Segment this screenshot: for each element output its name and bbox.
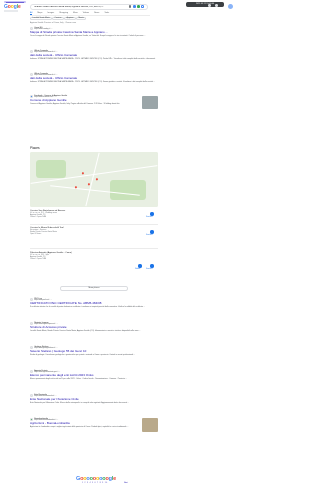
camera-lens-icon[interactable]	[137, 5, 140, 8]
search-input[interactable]: Strada Privata Cascina Santa Maria, Appi…	[34, 6, 127, 8]
site-favicon-icon	[30, 322, 33, 325]
system-clock-bar: 2023 09 22 15:00:04	[186, 2, 224, 7]
site-favicon-icon	[30, 370, 33, 373]
result-title-link[interactable]: dati della società - Ufficio Camerale	[30, 54, 158, 58]
directions-label[interactable]: Directions	[146, 217, 153, 218]
map-pin-icon[interactable]	[95, 177, 99, 181]
logo-letter: e	[18, 4, 21, 10]
pagination-logo: Gooooooooogle	[76, 476, 116, 482]
search-box[interactable]: Strada Privata Cascina Santa Maria, Appi…	[30, 3, 148, 10]
place-hours: Closed · Opens 9 AM	[30, 216, 47, 219]
location-filter[interactable]: Appiano Gentile Province of Como, Italy …	[30, 22, 76, 24]
filter-chip[interactable]: Cascina	[52, 16, 64, 20]
avatar[interactable]	[228, 3, 233, 9]
result-snippet: Località Santa Maria, Strada Privata Cas…	[30, 329, 141, 332]
result-thumbnail[interactable]	[142, 96, 158, 109]
search-result: Ufficio Camerale https://www.ufficiocamer…	[30, 73, 158, 83]
website-icon[interactable]	[138, 264, 142, 268]
search-result: Facebook · Comune di Appiano Gentile http…	[30, 95, 134, 105]
facebook-icon	[30, 95, 33, 98]
search-icon[interactable]	[141, 5, 144, 8]
search-result: Ufficio Camerale https://www.ufficiocamer…	[30, 50, 158, 60]
site-favicon-icon	[30, 346, 33, 349]
result-snippet: Il certificato attesta che la casella di…	[30, 305, 146, 308]
result-snippet: Elenco permanente degli enti iscritti ne…	[30, 377, 128, 380]
place-hours: Open 24 hours	[30, 233, 42, 236]
places-header: Places	[30, 146, 40, 150]
place-item[interactable]: Cascina San Bartolomeo ad Bennus 4.6 ★★★…	[30, 210, 158, 219]
result-title-link[interactable]: Elenco permanente degli enti iscritti 20…	[30, 374, 158, 378]
directions-icon[interactable]	[150, 230, 154, 234]
result-snippet: Indirizzo: STRADA PRIVATA CASCINA SANTA …	[30, 80, 156, 83]
result-snippet: Indirizzo: STRADA PRIVATA CASCINA SANTA …	[30, 57, 156, 60]
directions-icon[interactable]	[150, 212, 154, 216]
site-favicon-icon	[30, 73, 33, 76]
search-result: Buonalombardia https://www.buonalombardia…	[30, 418, 134, 428]
pagination-pages[interactable]: 1 2 3 4 5 6 7 8 9 10	[82, 483, 108, 484]
result-snippet: Cerca la mappa di Strada privata Cascina…	[30, 34, 146, 37]
directions-icon[interactable]	[150, 264, 154, 268]
result-snippet: Studio di geologia. Consulenze geologich…	[30, 353, 136, 356]
filter-chip[interactable]: Appiano	[64, 16, 76, 20]
site-favicon-icon	[30, 394, 33, 397]
search-result: Registro Imprese https://www.registroimpr…	[30, 322, 158, 332]
map-park	[110, 180, 146, 200]
logo-underline	[4, 10, 18, 12]
directions-label[interactable]: Directions	[146, 235, 153, 236]
result-title-link[interactable]: Saverio Stefano | Geologo 55 dei Genc 10	[30, 350, 158, 354]
apps-grid-icon[interactable]	[215, 4, 218, 7]
filter-chip[interactable]: Località Santa Maria	[30, 16, 53, 20]
clear-icon[interactable]	[128, 5, 132, 8]
search-result: PEC Live https://www.peclive.it › ... CER…	[30, 298, 158, 308]
place-item[interactable]: Cascina la Mauro Rubucchelli Tool No rev…	[30, 227, 158, 236]
place-hours: Closed · Opens 7 AM	[30, 258, 47, 261]
search-result: Ente Nazionale https://www.entenazionale.…	[30, 394, 158, 404]
more-places-button[interactable]: More places	[60, 286, 128, 291]
site-favicon-icon	[30, 418, 33, 421]
result-snippet: Comune di Appiano Gentile, Appiano Genti…	[30, 102, 120, 105]
directions-label[interactable]: Directions	[146, 269, 153, 270]
settings-icon[interactable]	[208, 4, 211, 7]
search-result: Geologo Stefano https://www.geologostefan…	[30, 346, 158, 356]
map-park	[36, 160, 66, 178]
site-favicon-icon	[30, 298, 33, 301]
result-title-link[interactable]: Ente Nazionale per l'Aviazione Civile	[30, 398, 158, 402]
result-thumbnail[interactable]	[142, 418, 158, 432]
search-result: Agenzia Entrate https://www.agenziaentrat…	[30, 370, 158, 380]
result-snippet: Ente Nazionale per l'Aviazione Civile. E…	[30, 401, 130, 404]
places-map[interactable]	[30, 152, 158, 207]
clock-text: 2023 09 22 15:00:04	[195, 3, 215, 6]
website-label[interactable]: Website	[135, 269, 140, 270]
search-result: Como BG https://www.comobg.it › ... Mappa…	[30, 27, 158, 37]
result-title-link[interactable]: Comune di Appiano Gentile	[30, 99, 134, 103]
result-title-link[interactable]: dati della società - Ufficio Camerale	[30, 77, 158, 81]
place-item[interactable]: Palestra Azienda (Appiano Gentile - Como…	[30, 252, 158, 261]
result-title-link[interactable]: Agriturismi - BuonaLombardia	[30, 422, 134, 426]
result-title-link[interactable]: Strutture di Accesso private	[30, 326, 158, 330]
filter-chip[interactable]: Monte	[76, 16, 87, 20]
result-title-link[interactable]: Mappa di Strada privata Cascina Santa Ma…	[30, 31, 158, 35]
site-favicon-icon	[30, 50, 33, 53]
site-favicon-icon	[30, 27, 33, 30]
result-title-link[interactable]: CERTIFICATO PEC CERTIFICATE No. ABM5-484…	[30, 302, 158, 306]
next-page-link[interactable]: Next	[124, 482, 128, 484]
microphone-icon[interactable]	[133, 5, 136, 8]
result-snippet: Agriturismi in Lombardia: scopri i migli…	[30, 425, 129, 428]
